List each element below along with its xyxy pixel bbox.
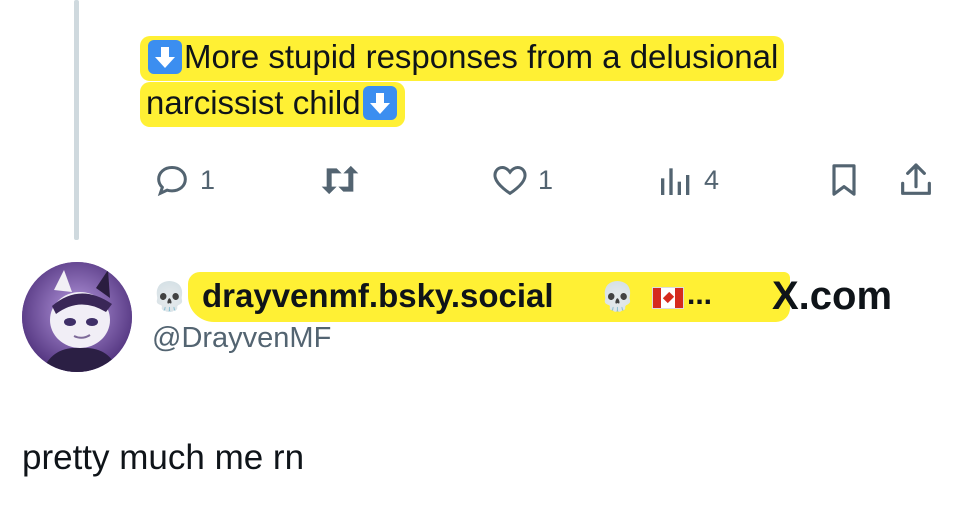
highlight-mark: More stupid responses from a delusional n… — [140, 36, 785, 127]
repost-button[interactable] — [318, 158, 370, 202]
reply-count: 1 — [200, 164, 216, 195]
reply-icon — [157, 165, 187, 197]
x-brand-text: X.com — [772, 274, 893, 318]
like-button[interactable]: 1 — [490, 158, 553, 202]
source-brand-logo: X.com — [772, 274, 892, 319]
like-count: 1 — [538, 164, 554, 195]
thread-connector-line — [74, 0, 79, 240]
skull-emoji-icon: 💀 — [600, 280, 635, 313]
views-button[interactable]: 4 — [656, 158, 719, 202]
author-display-name[interactable]: drayvenmf.bsky.social — [202, 276, 554, 316]
avatar[interactable] — [22, 262, 132, 372]
views-chart-icon — [661, 168, 690, 195]
down-arrow-emoji-icon — [148, 40, 182, 74]
avatar-image — [22, 262, 132, 372]
views-count: 4 — [704, 164, 720, 195]
tweet-text: pretty much me rn — [22, 438, 305, 477]
previous-tweet-line2: narcissist child — [146, 84, 361, 121]
heart-icon — [493, 165, 527, 196]
skull-emoji-icon: 💀 — [152, 280, 187, 313]
share-icon — [901, 163, 931, 195]
share-button[interactable] — [896, 158, 936, 202]
previous-tweet-line1: More stupid responses from a delusional — [184, 38, 779, 75]
reply-button[interactable]: 1 — [152, 158, 215, 202]
name-truncation: ... — [687, 278, 713, 311]
previous-tweet-text: More stupid responses from a delusional n… — [140, 34, 910, 127]
tweet-action-bar: 1 1 4 — [0, 158, 968, 202]
bookmark-button[interactable] — [824, 158, 864, 202]
author-handle[interactable]: @DrayvenMF — [152, 322, 331, 355]
bookmark-icon — [832, 164, 856, 196]
canada-flag-icon — [652, 287, 684, 309]
repost-icon — [321, 165, 359, 195]
down-arrow-emoji-icon — [362, 86, 397, 120]
